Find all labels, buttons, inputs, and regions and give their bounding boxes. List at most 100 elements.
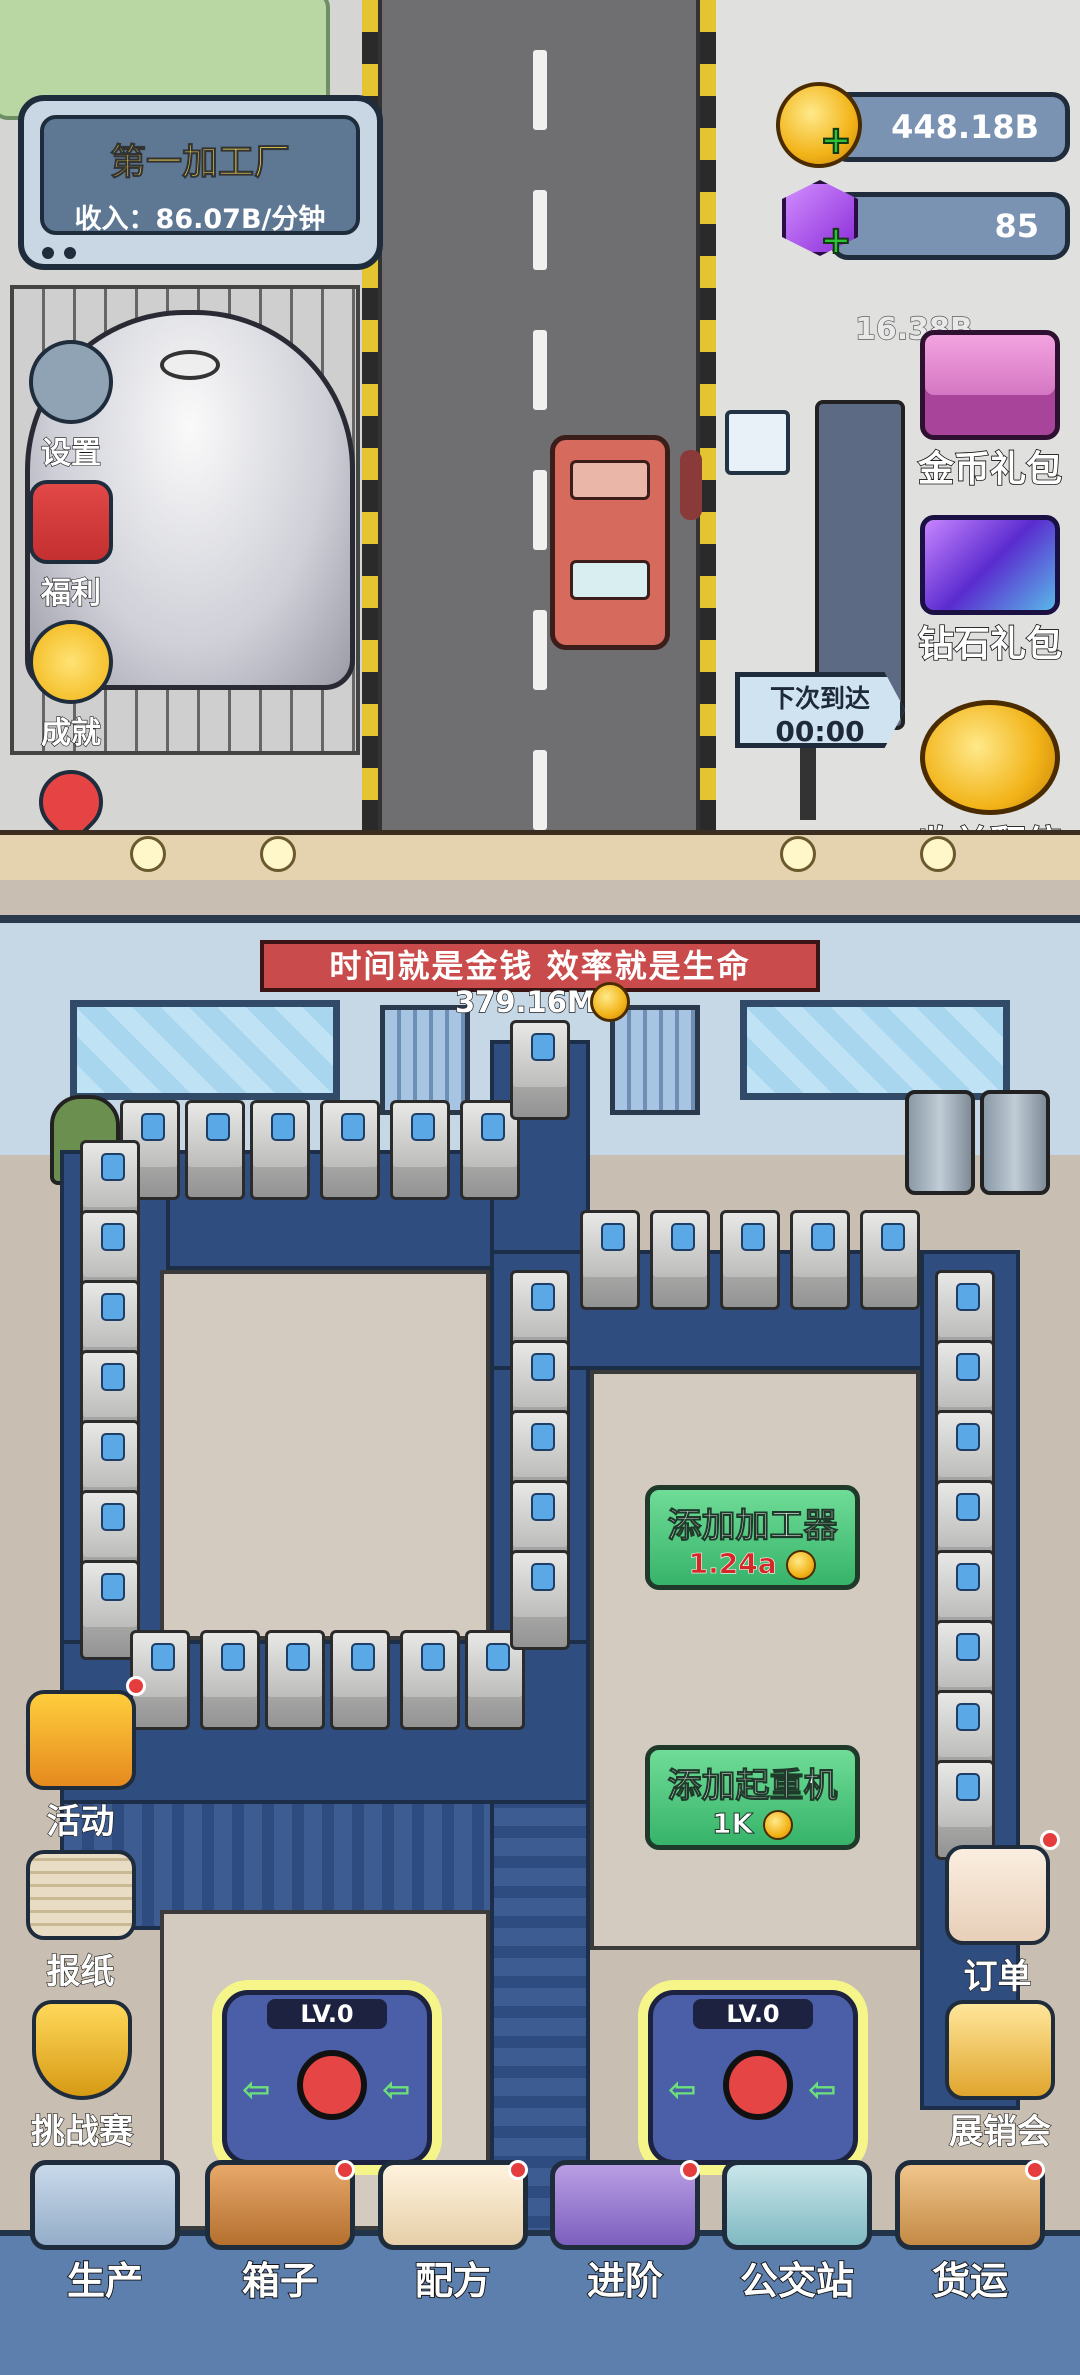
roof-light (920, 836, 956, 872)
trophy-icon (32, 2000, 132, 2100)
product-crate (200, 1630, 260, 1730)
nav-freight-label: 货运 (931, 2258, 1009, 2304)
oil-barrel (980, 1090, 1050, 1195)
add-gems-button[interactable]: + (819, 217, 853, 263)
arrow-left-icon: ⇦ (382, 2070, 411, 2110)
add-processor-label: 添加加工器 (667, 1506, 838, 1547)
coin-gift-pack-button[interactable]: 金币礼包 (905, 330, 1075, 492)
machine-level: LV.0 (693, 1999, 813, 2029)
nav-freight[interactable]: 货运 (895, 2160, 1045, 2305)
arrow-left-icon: ⇦ (242, 2070, 271, 2110)
pedestrian (680, 450, 702, 520)
product-crate (860, 1210, 920, 1310)
nav-recipes-label: 配方 (414, 2258, 492, 2304)
oil-barrel (905, 1090, 975, 1195)
floor-area (160, 1270, 490, 1640)
nav-production-label: 生产 (66, 2258, 144, 2304)
hand-truck-icon (895, 2160, 1045, 2250)
robot-arm-icon (30, 2160, 180, 2250)
notification-dot (126, 1676, 146, 1696)
orders-button[interactable]: 订单 (935, 1845, 1060, 1998)
add-processor-cost: 1.24a (688, 1547, 777, 1581)
add-crane-label: 添加起重机 (667, 1766, 838, 1807)
nav-advance-label: 进阶 (586, 2258, 664, 2304)
event-button[interactable]: 活动 (18, 1690, 143, 1843)
crate-icon (205, 2160, 355, 2250)
gift-icon (29, 480, 113, 564)
diamond-gift-label: 钻石礼包 (917, 623, 1063, 666)
notification-dot (508, 2160, 528, 2180)
machine-slot-left[interactable]: LV.0 ⇦ ⇦ (222, 1990, 432, 2165)
floating-income-text: 379.16M (454, 984, 596, 1019)
product-crate (400, 1630, 460, 1730)
bus-stop-icon (722, 2160, 872, 2250)
road-stripe (700, 0, 716, 860)
product-crate (265, 1630, 325, 1730)
factory-window (70, 1000, 340, 1100)
product-crate (580, 1210, 640, 1310)
nav-production[interactable]: 生产 (30, 2160, 180, 2305)
settings-label: 设置 (40, 435, 101, 471)
settings-button[interactable]: 设置 (16, 340, 126, 472)
product-crate (390, 1100, 450, 1200)
machine-level: LV.0 (267, 1999, 387, 2029)
factory-title: 第一加工厂 (109, 142, 290, 184)
factory-info-panel[interactable]: 第一加工厂 收入：86.07B/分钟 (18, 95, 383, 270)
achievements-button[interactable]: 成就 (16, 620, 126, 752)
arrow-left-icon: ⇦ (668, 2070, 697, 2110)
trade-fair-label: 展销会 (948, 2111, 1051, 2152)
nav-crates[interactable]: 箱子 (205, 2160, 355, 2305)
trade-fair-button[interactable]: 展销会 (930, 2000, 1070, 2153)
roof-light (260, 836, 296, 872)
notification-dot (680, 2160, 700, 2180)
lane-marking (533, 50, 547, 130)
coin-icon (590, 982, 630, 1022)
product-crate (330, 1630, 390, 1730)
lane-marking (533, 330, 547, 410)
coin-icon (786, 1550, 817, 1580)
notification-dot (1025, 2160, 1045, 2180)
tank-hatch (160, 350, 220, 380)
product-crate (650, 1210, 710, 1310)
newspaper-icon (25, 1850, 136, 1940)
product-crate (510, 1020, 570, 1120)
event-label: 活动 (46, 1801, 115, 1842)
roof-light (780, 836, 816, 872)
newspaper-button[interactable]: 报纸 (18, 1850, 143, 1993)
arrow-left-icon: ⇦ (808, 2070, 837, 2110)
nav-bus-station-label: 公交站 (739, 2258, 855, 2304)
coin-gift-icon (920, 330, 1060, 440)
upgrade-arrows-icon (550, 2160, 700, 2250)
notification-dot (335, 2160, 355, 2180)
red-bus (550, 435, 670, 650)
lane-marking (533, 610, 547, 690)
diamond-gift-pack-button[interactable]: 钻石礼包 (905, 515, 1075, 667)
factory-income: 收入：86.07B/分钟 (74, 204, 326, 235)
newspaper-label: 报纸 (46, 1951, 115, 1992)
machine-slot-right[interactable]: LV.0 ⇦ ⇦ (648, 1990, 858, 2165)
roof-light (130, 836, 166, 872)
welfare-label: 福利 (40, 575, 101, 611)
coin-gift-label: 金币礼包 (917, 448, 1063, 491)
add-processor-button[interactable]: 添加加工器 1.24a (645, 1485, 860, 1590)
lane-marking (533, 750, 547, 830)
nav-advance[interactable]: 进阶 (550, 2160, 700, 2305)
product-crate (185, 1100, 245, 1200)
billboard-icon (945, 2000, 1055, 2100)
power-icon (297, 2050, 367, 2120)
nav-bus-station[interactable]: 公交站 (722, 2160, 872, 2305)
coin-pile-icon (920, 700, 1060, 815)
lane-marking (533, 190, 547, 270)
orders-label: 订单 (963, 1956, 1032, 1997)
achievements-label: 成就 (40, 715, 101, 751)
challenge-button[interactable]: 挑战赛 (12, 2000, 152, 2153)
nav-recipes[interactable]: 配方 (378, 2160, 528, 2305)
power-icon (723, 2050, 793, 2120)
nav-crates-label: 箱子 (241, 2258, 319, 2304)
welfare-button[interactable]: 福利 (16, 480, 126, 612)
add-coins-button[interactable]: + (819, 117, 853, 163)
bus-stop-sign (725, 410, 790, 475)
clipboard-icon (945, 1845, 1050, 1945)
add-crane-button[interactable]: 添加起重机 1K (645, 1745, 860, 1850)
diamond-gift-icon (920, 515, 1060, 615)
